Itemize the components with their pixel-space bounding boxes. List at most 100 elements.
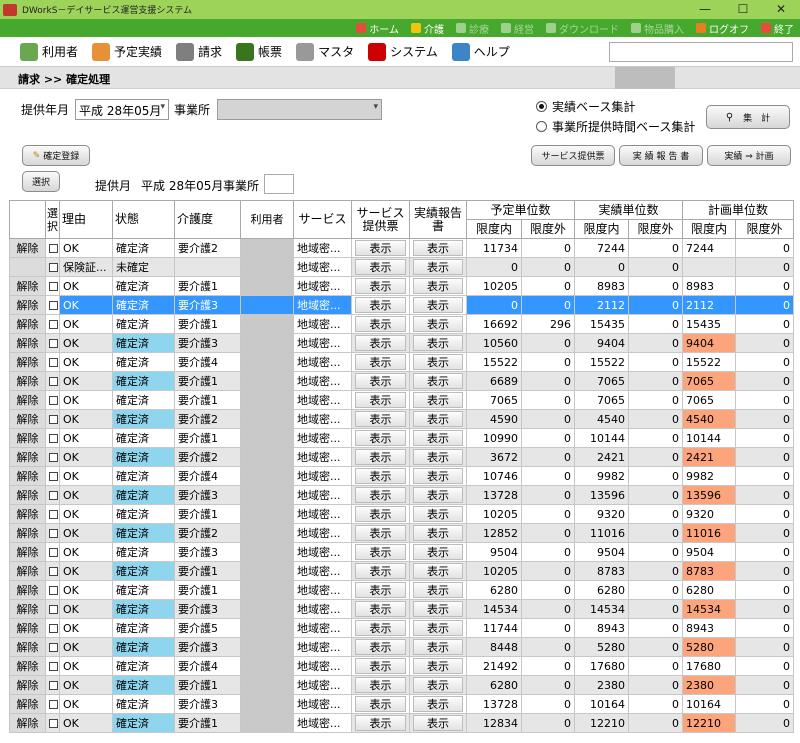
table-row[interactable]: 解除 OK 確定済 要介護1 地域密... 表示 表示 12834 0 12210 0 12210 0	[9, 713, 795, 733]
table-row[interactable]: 解除 OK 確定済 要介護2 地域密... 表示 表示 11734 0 7244 0 7244 0	[9, 238, 795, 258]
table-row[interactable]: 解除 OK 確定済 要介護5 地域密... 表示 表示 11744 0 8943 0 8943 0	[9, 618, 795, 638]
table-row[interactable]: 解除 OK 確定済 要介護4 地域密... 表示 表示 21492 0 17680 0 17680 0	[9, 656, 795, 676]
select-button[interactable]: 選択	[22, 171, 60, 192]
release-button[interactable]: 解除	[9, 295, 46, 315]
table-row[interactable]: 解除 OK 確定済 要介護3 地域密... 表示 表示 14534 0 14534 0 14534 0	[9, 599, 795, 619]
release-button[interactable]: 解除	[9, 466, 46, 486]
report-show-button[interactable]: 表示	[413, 544, 463, 560]
release-button[interactable]: 解除	[9, 561, 46, 581]
report-show-button[interactable]: 表示	[413, 468, 463, 484]
menu-item-2[interactable]: 請求	[176, 42, 222, 61]
report-show-button[interactable]: 表示	[413, 392, 463, 408]
service-slip-show-button[interactable]: 表示	[355, 563, 406, 579]
select-checkbox[interactable]	[49, 415, 58, 424]
table-row[interactable]: 解除 OK 確定済 要介護4 地域密... 表示 表示 10746 0 9982 0 9982 0	[9, 466, 795, 486]
report-show-button[interactable]: 表示	[413, 658, 463, 674]
report-show-button[interactable]: 表示	[413, 430, 463, 446]
select-checkbox[interactable]	[49, 377, 58, 386]
select-checkbox[interactable]	[49, 529, 58, 538]
service-slip-show-button[interactable]: 表示	[355, 525, 406, 541]
report-show-button[interactable]: 表示	[413, 316, 463, 332]
service-slip-show-button[interactable]: 表示	[355, 468, 406, 484]
select-checkbox[interactable]	[49, 700, 58, 709]
release-button[interactable]: 解除	[9, 333, 46, 353]
minimize-button[interactable]: —	[686, 0, 724, 19]
table-row[interactable]: 解除 OK 確定済 要介護3 地域密... 表示 表示 0 0 2112 0 2112 0	[9, 295, 795, 315]
menu-search-input[interactable]	[609, 42, 793, 62]
table-row[interactable]: 解除 OK 確定済 要介護4 地域密... 表示 表示 15522 0 15522 0 15522 0	[9, 352, 795, 372]
release-button[interactable]: 解除	[9, 523, 46, 543]
report-show-button[interactable]: 表示	[413, 411, 463, 427]
report-show-button[interactable]: 表示	[413, 582, 463, 598]
service-slip-show-button[interactable]: 表示	[355, 449, 406, 465]
release-button[interactable]: 解除	[9, 428, 46, 448]
select-checkbox[interactable]	[49, 244, 58, 253]
menu-item-6[interactable]: ヘルプ	[451, 42, 510, 61]
service-slip-show-button[interactable]: 表示	[355, 696, 406, 712]
release-button[interactable]: 解除	[9, 542, 46, 562]
table-row[interactable]: 解除 OK 確定済 要介護2 地域密... 表示 表示 3672 0 2421 0 2421 0	[9, 447, 795, 467]
report-show-button[interactable]: 表示	[413, 601, 463, 617]
radio-actual-base[interactable]: 実績ベース集計	[536, 98, 635, 115]
select-checkbox[interactable]	[49, 643, 58, 652]
release-button[interactable]: 解除	[9, 447, 46, 467]
service-slip-show-button[interactable]: 表示	[355, 544, 406, 560]
service-slip-show-button[interactable]: 表示	[355, 259, 406, 275]
select-checkbox[interactable]	[49, 719, 58, 728]
table-row[interactable]: 保険証... 未確定 地域密... 表示 表示 0 0 0 0 0	[9, 257, 795, 277]
appbar-item-6[interactable]: ログオフ	[696, 21, 749, 36]
table-row[interactable]: 解除 OK 確定済 要介護3 地域密... 表示 表示 8448 0 5280 0 5280 0	[9, 637, 795, 657]
table-row[interactable]: 解除 OK 確定済 要介護3 地域密... 表示 表示 9504 0 9504 0 9504 0	[9, 542, 795, 562]
report-show-button[interactable]: 表示	[413, 715, 463, 731]
table-row[interactable]: 解除 OK 確定済 要介護3 地域密... 表示 表示 13728 0 10164 0 10164 0	[9, 694, 795, 714]
calculate-button[interactable]: ⚲ 集 計	[706, 105, 790, 129]
appbar-item-2[interactable]: 診療	[456, 21, 489, 36]
appbar-item-5[interactable]: 物品購入	[631, 21, 684, 36]
select-checkbox[interactable]	[49, 434, 58, 443]
service-slip-show-button[interactable]: 表示	[355, 639, 406, 655]
service-slip-show-button[interactable]: 表示	[355, 278, 406, 294]
report-show-button[interactable]: 表示	[413, 563, 463, 579]
table-row[interactable]: 解除 OK 確定済 要介護1 地域密... 表示 表示 16692 296 15435 0 15435…	[9, 314, 795, 334]
appbar-item-4[interactable]: ダウンロード	[546, 21, 619, 36]
release-button[interactable]: 解除	[9, 238, 46, 258]
select-checkbox[interactable]	[49, 567, 58, 576]
service-slip-show-button[interactable]: 表示	[355, 601, 406, 617]
table-row[interactable]: 解除 OK 確定済 要介護1 地域密... 表示 表示 6689 0 7065 0 7065 0	[9, 371, 795, 391]
report-show-button[interactable]: 表示	[413, 696, 463, 712]
service-slip-show-button[interactable]: 表示	[355, 487, 406, 503]
select-checkbox[interactable]	[49, 510, 58, 519]
service-slip-button[interactable]: サービス提供票	[531, 145, 615, 166]
report-show-button[interactable]: 表示	[413, 506, 463, 522]
select-checkbox[interactable]	[49, 491, 58, 500]
service-slip-show-button[interactable]: 表示	[355, 354, 406, 370]
select-checkbox[interactable]	[49, 282, 58, 291]
select-checkbox[interactable]	[49, 301, 58, 310]
table-row[interactable]: 解除 OK 確定済 要介護1 地域密... 表示 表示 10990 0 10144 0 10144 0	[9, 428, 795, 448]
table-row[interactable]: 解除 OK 確定済 要介護2 地域密... 表示 表示 12852 0 11016 0 11016 0	[9, 523, 795, 543]
service-slip-show-button[interactable]: 表示	[355, 658, 406, 674]
select-checkbox[interactable]	[49, 263, 58, 272]
release-button[interactable]: 解除	[9, 694, 46, 714]
release-button[interactable]: 解除	[9, 580, 46, 600]
service-slip-show-button[interactable]: 表示	[355, 715, 406, 731]
maximize-button[interactable]: ☐	[724, 0, 762, 19]
service-slip-show-button[interactable]: 表示	[355, 392, 406, 408]
release-button[interactable]: 解除	[9, 713, 46, 733]
service-slip-show-button[interactable]: 表示	[355, 316, 406, 332]
report-show-button[interactable]: 表示	[413, 620, 463, 636]
close-button[interactable]: ✕	[762, 0, 800, 19]
report-show-button[interactable]: 表示	[413, 449, 463, 465]
select-checkbox[interactable]	[49, 453, 58, 462]
release-button[interactable]: 解除	[9, 599, 46, 619]
select-checkbox[interactable]	[49, 320, 58, 329]
actual-to-plan-button[interactable]: 実績 ⇒ 計画	[707, 145, 791, 166]
table-row[interactable]: 解除 OK 確定済 要介護3 地域密... 表示 表示 10560 0 9404 0 9404 0	[9, 333, 795, 353]
appbar-item-0[interactable]: ホーム	[356, 21, 399, 36]
select-checkbox[interactable]	[49, 681, 58, 690]
release-button[interactable]: 解除	[9, 314, 46, 334]
menu-item-1[interactable]: 予定実績	[92, 42, 162, 61]
report-show-button[interactable]: 表示	[413, 354, 463, 370]
release-button[interactable]: 解除	[9, 675, 46, 695]
select-checkbox[interactable]	[49, 339, 58, 348]
